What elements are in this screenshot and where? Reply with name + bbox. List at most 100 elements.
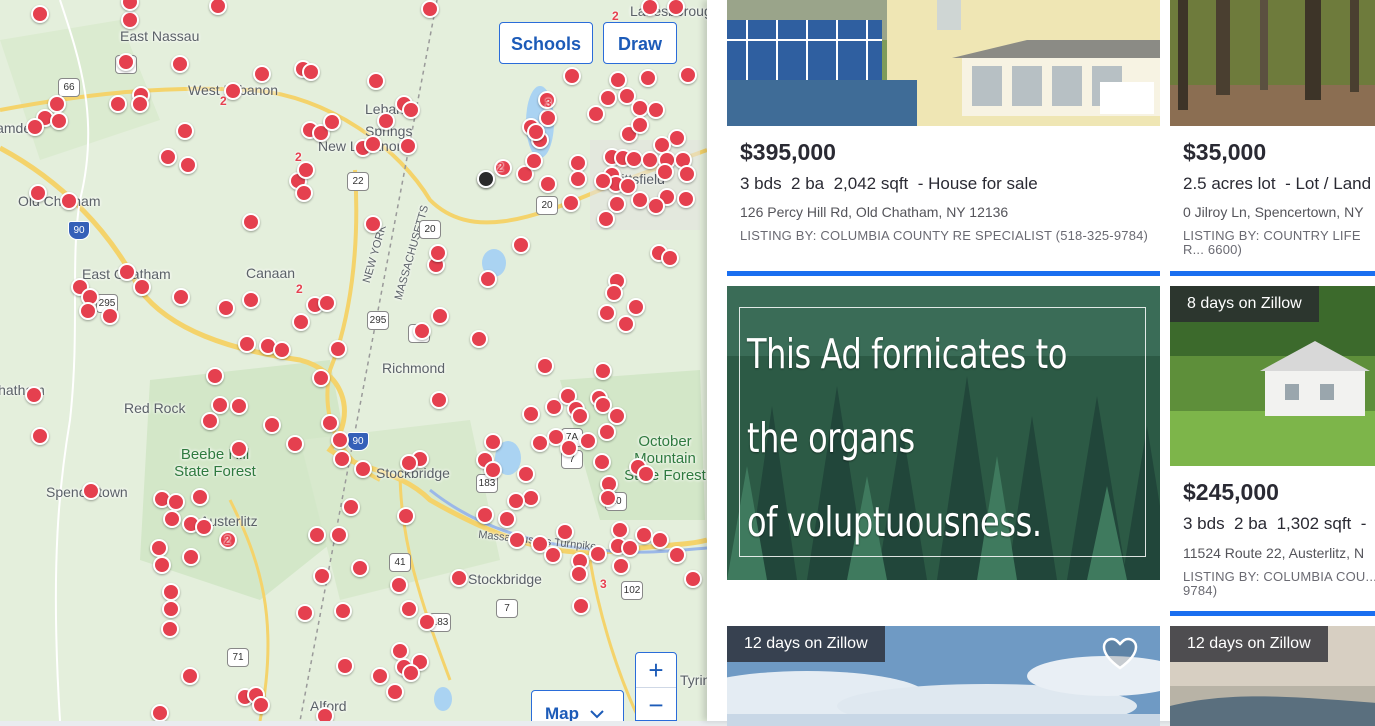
listing-pin[interactable] [637,465,655,483]
listing-pin[interactable] [430,391,448,409]
listing-pin[interactable] [498,510,516,528]
listing-pin[interactable] [364,215,382,233]
listing-pin[interactable] [402,101,420,119]
listing-pin[interactable] [594,172,612,190]
listing-pin[interactable] [397,507,415,525]
listing-pin[interactable] [242,213,260,231]
listing-pin[interactable] [201,412,219,430]
listing-pin[interactable] [316,707,334,721]
listing-pin[interactable] [599,89,617,107]
listing-pin[interactable] [391,642,409,660]
listing-pin[interactable] [121,11,139,29]
zoom-out-button[interactable]: − [636,688,676,721]
listing-pin[interactable] [252,696,270,714]
listing-pin[interactable] [211,396,229,414]
listing-pin[interactable] [400,600,418,618]
cluster-count[interactable]: 2 [224,533,231,547]
listing-pin[interactable] [470,330,488,348]
listing-pin[interactable] [162,583,180,601]
listing-pin[interactable] [400,454,418,472]
listing-pin[interactable] [594,362,612,380]
listing-pin[interactable] [612,557,630,575]
schools-button[interactable]: Schools [499,22,593,64]
listing-pin[interactable] [167,493,185,511]
listing-pin[interactable] [402,664,420,682]
listing-pin[interactable] [351,559,369,577]
listing-pin[interactable] [60,192,78,210]
listing-pin[interactable] [621,539,639,557]
listing-pin[interactable] [522,405,540,423]
listing-pin[interactable] [668,546,686,564]
listing-pin[interactable] [484,433,502,451]
listing-pin[interactable] [25,386,43,404]
listing-pin[interactable] [323,113,341,131]
cluster-count[interactable]: 3 [545,96,552,110]
map-panel[interactable]: East Nassau West Lebanon Lebanon Springs… [0,0,707,721]
listing-card[interactable]: 8 days on Zillow $245,000 3 bds 2 ba 1,3… [1170,286,1375,616]
listing-pin[interactable] [313,567,331,585]
listing-pin[interactable] [390,576,408,594]
listing-pin[interactable] [431,307,449,325]
listing-pin[interactable] [508,531,526,549]
listing-pin[interactable] [179,156,197,174]
listing-pin[interactable] [450,569,468,587]
listing-pin[interactable] [678,165,696,183]
listing-pin[interactable] [484,461,502,479]
listing-pin[interactable] [286,435,304,453]
listing-pin[interactable] [479,270,497,288]
listing-pin[interactable] [599,489,617,507]
listing-pin[interactable] [31,427,49,445]
listing-pin[interactable] [560,439,578,457]
listing-pin[interactable] [159,148,177,166]
listing-pin[interactable] [598,304,616,322]
draw-button[interactable]: Draw [603,22,677,64]
listing-pin[interactable] [556,523,574,541]
listing-pin[interactable] [133,278,151,296]
listing-pin[interactable] [627,298,645,316]
listing-pin[interactable] [273,341,291,359]
listing-pin[interactable] [171,55,189,73]
listing-pin[interactable] [571,407,589,425]
listing-pin[interactable] [354,460,372,478]
listing-pin[interactable] [295,184,313,202]
listing-pin[interactable] [647,101,665,119]
listing-address[interactable]: 11524 Route 22, Austerlitz, N [1183,545,1364,561]
listing-pin[interactable] [308,526,326,544]
listing-pin[interactable] [329,340,347,358]
listing-address[interactable]: 0 Jilroy Ln, Spencertown, NY [1183,204,1364,220]
listing-pin[interactable] [118,263,136,281]
listing-pin[interactable] [544,546,562,564]
cluster-count[interactable]: 2 [497,160,504,174]
cluster-count[interactable]: 2 [220,94,227,108]
listing-card[interactable]: $395,000 3 bds 2 ba 2,042 sqft - House f… [727,0,1160,276]
listing-pin[interactable] [331,431,349,449]
listing-pin[interactable] [371,667,389,685]
listing-pin[interactable] [334,602,352,620]
listing-pin[interactable] [536,357,554,375]
listing-pin[interactable] [336,657,354,675]
listing-pin[interactable] [101,307,119,325]
listing-pin[interactable] [512,236,530,254]
listing-pin[interactable] [321,414,339,432]
listing-pin[interactable] [563,67,581,85]
listing-card[interactable]: $35,000 2.5 acres lot - Lot / Land 0 Jil… [1170,0,1375,276]
listing-pin[interactable] [195,518,213,536]
cluster-count[interactable]: 2 [296,282,303,296]
cluster-count[interactable]: 3 [600,577,607,591]
listing-pin[interactable] [617,315,635,333]
listing-pin[interactable] [418,613,436,631]
listing-pin[interactable] [608,195,626,213]
listing-pin[interactable] [377,112,395,130]
listing-pin[interactable] [589,545,607,563]
listing-pin[interactable] [263,416,281,434]
listing-pin[interactable] [312,369,330,387]
listing-pin[interactable] [677,190,695,208]
listing-pin[interactable] [608,407,626,425]
listing-pin[interactable] [302,63,320,81]
listing-pin[interactable] [587,105,605,123]
listing-pin[interactable] [318,294,336,312]
listing-pin[interactable] [399,137,417,155]
listing-pin[interactable] [569,170,587,188]
listing-pin[interactable] [292,313,310,331]
listing-pin[interactable] [386,683,404,701]
